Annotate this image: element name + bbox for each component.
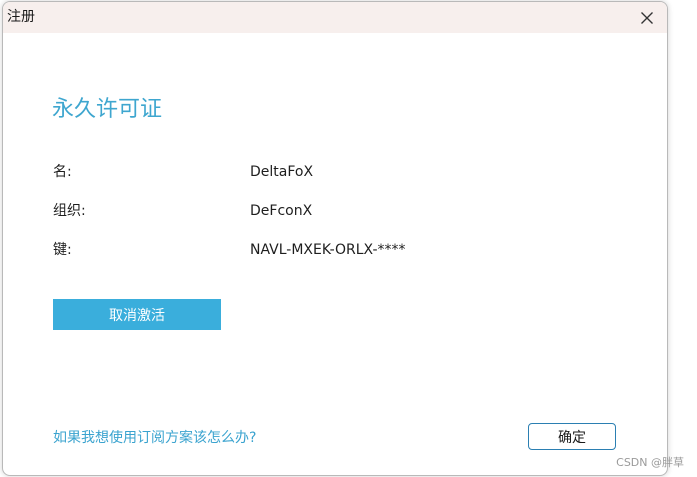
registration-dialog: 注册 永久许可证 名: DeltaFoX 组织: DeFconX 键: NAVL… [2, 1, 668, 476]
title-bar: 注册 [3, 2, 667, 33]
subscription-help-link[interactable]: 如果我想使用订阅方案该怎么办? [53, 428, 256, 448]
window-title: 注册 [7, 9, 35, 25]
organization-value: DeFconX [250, 203, 313, 219]
close-button[interactable] [635, 6, 659, 30]
license-heading: 永久许可证 [52, 97, 163, 122]
name-label: 名: [53, 164, 72, 180]
deactivate-button[interactable]: 取消激活 [53, 299, 221, 330]
watermark: CSDN @胖草 [616, 456, 684, 469]
screen: 注册 永久许可证 名: DeltaFoX 组织: DeFconX 键: NAVL… [0, 0, 697, 477]
close-icon [641, 12, 653, 24]
ok-button[interactable]: 确定 [528, 423, 616, 450]
key-value: NAVL-MXEK-ORLX-**** [250, 242, 406, 258]
name-value: DeltaFoX [250, 164, 314, 180]
organization-label: 组织: [53, 203, 86, 219]
key-label: 键: [53, 242, 72, 258]
